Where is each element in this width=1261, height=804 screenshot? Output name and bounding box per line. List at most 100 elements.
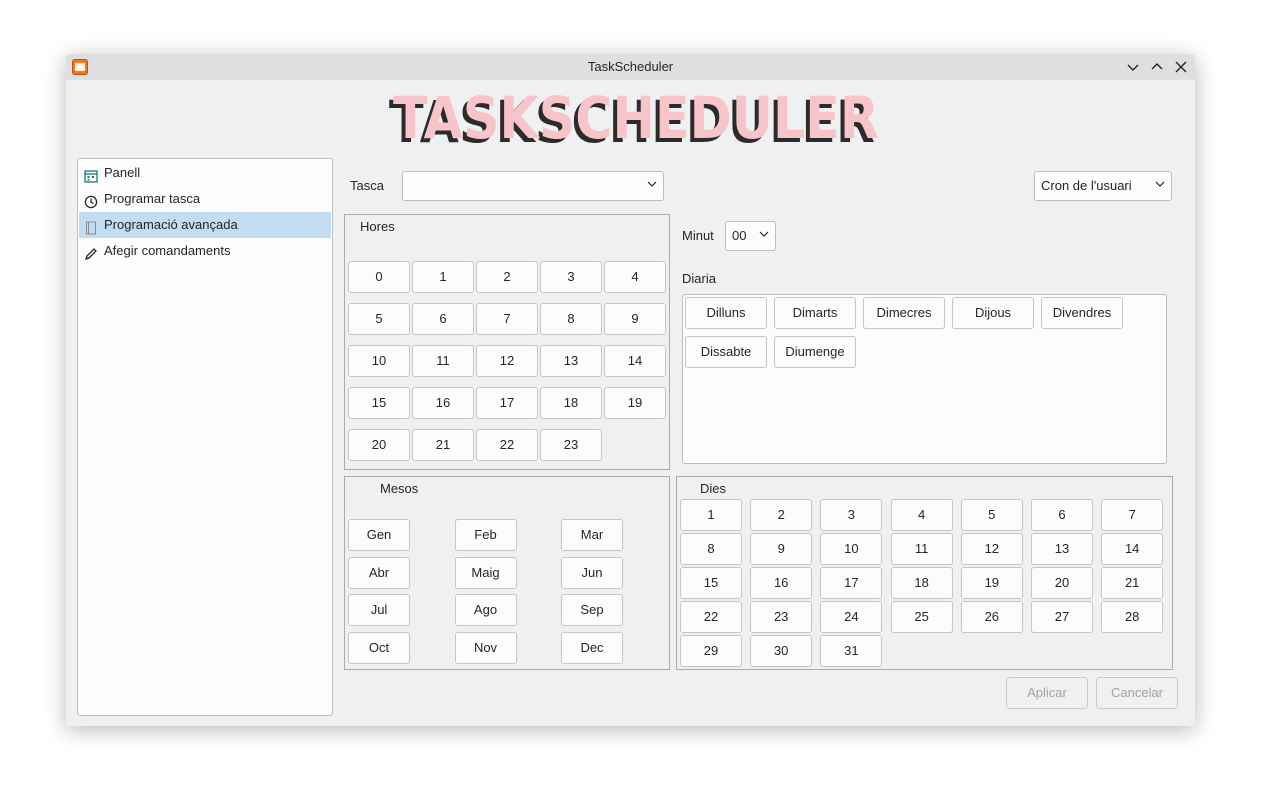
day-button[interactable]: 2 — [750, 499, 813, 531]
month-button[interactable]: Dec — [561, 631, 623, 664]
apply-button[interactable]: Aplicar — [1006, 677, 1088, 709]
month-button[interactable]: Feb — [454, 519, 517, 551]
day-button[interactable]: 14 — [1101, 533, 1164, 565]
sidebar-item-label: Afegir comandaments — [104, 243, 231, 258]
hour-button[interactable]: 17 — [476, 387, 538, 419]
hour-button[interactable]: 1 — [412, 261, 474, 293]
close-icon[interactable] — [1171, 57, 1191, 77]
weekday-button[interactable]: Divendres — [1041, 297, 1123, 329]
day-button[interactable]: 28 — [1101, 601, 1164, 633]
app-logo: TASKSCHEDULER TASKSCHEDULER — [389, 88, 878, 152]
day-button[interactable]: 18 — [890, 567, 953, 599]
hour-button[interactable]: 5 — [348, 303, 410, 335]
weekday-button[interactable]: Dimarts — [774, 297, 856, 329]
month-button[interactable]: Nov — [454, 631, 517, 664]
weekday-button[interactable]: Diumenge — [774, 336, 856, 368]
day-button[interactable]: 27 — [1031, 601, 1093, 633]
hour-button[interactable]: 20 — [348, 429, 410, 461]
hours-title: Hores — [360, 219, 395, 234]
month-button[interactable]: Mar — [561, 519, 623, 551]
minute-combo[interactable]: 00 — [725, 221, 776, 251]
hour-button[interactable]: 0 — [348, 261, 410, 293]
day-button[interactable]: 13 — [1031, 533, 1093, 565]
weekday-button[interactable]: Dijous — [952, 297, 1034, 329]
month-button[interactable]: Gen — [348, 519, 410, 551]
day-button[interactable]: 1 — [680, 499, 742, 531]
title-bar: TaskScheduler — [66, 54, 1195, 80]
month-button[interactable]: Ago — [454, 594, 517, 626]
hour-button[interactable]: 16 — [412, 387, 474, 419]
hour-button[interactable]: 2 — [476, 261, 538, 293]
day-button[interactable]: 24 — [820, 601, 883, 633]
day-button[interactable]: 26 — [960, 601, 1023, 633]
day-button[interactable]: 20 — [1031, 567, 1093, 599]
cron-combo-value: Cron de l'usuari — [1041, 178, 1132, 193]
cron-combo[interactable]: Cron de l'usuari — [1034, 171, 1172, 201]
hour-button[interactable]: 11 — [412, 345, 474, 377]
day-button[interactable]: 21 — [1101, 567, 1164, 599]
day-button[interactable]: 10 — [820, 533, 883, 565]
day-button[interactable]: 17 — [820, 567, 883, 599]
hour-button[interactable]: 4 — [604, 261, 666, 293]
day-button[interactable]: 30 — [750, 635, 813, 667]
maximize-icon[interactable] — [1147, 57, 1167, 77]
month-button[interactable]: Jul — [348, 594, 410, 626]
sidebar-item-afegir-comandaments[interactable]: Afegir comandaments — [79, 238, 331, 264]
document-icon — [84, 218, 98, 235]
hour-button[interactable]: 22 — [476, 429, 538, 461]
hour-button[interactable]: 10 — [348, 345, 410, 377]
hours-group: Hores 0 1 2 3 4 5 6 7 8 9 10 11 12 13 14 15 16 17 18 19 20 21… — [344, 214, 670, 470]
day-button[interactable]: 31 — [820, 635, 883, 667]
day-button[interactable]: 25 — [890, 601, 953, 633]
sidebar-item-label: Programació avançada — [104, 217, 238, 232]
minute-combo-value: 00 — [732, 228, 747, 243]
weekday-button[interactable]: Dilluns — [685, 297, 767, 329]
hour-button[interactable]: 13 — [540, 345, 602, 377]
hour-button[interactable]: 23 — [540, 429, 602, 461]
hour-button[interactable]: 9 — [604, 303, 666, 335]
hour-button[interactable]: 6 — [412, 303, 474, 335]
day-button[interactable]: 3 — [820, 499, 883, 531]
day-button[interactable]: 16 — [750, 567, 813, 599]
month-button[interactable]: Oct — [348, 631, 410, 664]
daily-title: Diaria — [682, 271, 716, 286]
month-button[interactable]: Jun — [561, 556, 623, 589]
hour-button[interactable]: 19 — [604, 387, 666, 419]
sidebar-item-programar-tasca[interactable]: Programar tasca — [79, 186, 331, 212]
day-button[interactable]: 12 — [960, 533, 1023, 565]
sidebar-item-panell[interactable]: Panell — [79, 160, 331, 186]
weekday-button[interactable]: Dimecres — [863, 297, 945, 329]
sidebar-item-programacio-avancada[interactable]: Programació avançada — [79, 212, 331, 238]
hour-button[interactable]: 21 — [412, 429, 474, 461]
day-button[interactable]: 4 — [890, 499, 953, 531]
day-button[interactable]: 22 — [680, 601, 742, 633]
minimize-icon[interactable] — [1123, 57, 1143, 77]
weekday-button[interactable]: Dissabte — [685, 336, 767, 368]
day-button[interactable]: 23 — [750, 601, 813, 633]
month-button[interactable]: Abr — [348, 556, 410, 589]
main-window: TaskScheduler TASKSCHEDULER TASKSCHEDULE… — [66, 54, 1195, 726]
hour-button[interactable]: 12 — [476, 345, 538, 377]
day-button[interactable]: 19 — [960, 567, 1023, 599]
day-button[interactable]: 8 — [680, 533, 742, 565]
window-title: TaskScheduler — [587, 59, 674, 74]
hour-button[interactable]: 18 — [540, 387, 602, 419]
sidebar-item-label: Panell — [104, 165, 141, 180]
hour-button[interactable]: 14 — [604, 345, 666, 377]
day-button[interactable]: 5 — [960, 499, 1023, 531]
hour-button[interactable]: 3 — [540, 261, 602, 293]
day-button[interactable]: 7 — [1101, 499, 1164, 531]
cancel-button[interactable]: Cancelar — [1096, 677, 1178, 709]
daily-box: Dilluns Dimarts Dimecres Dijous Divendres Dis… — [682, 294, 1167, 464]
day-button[interactable]: 29 — [680, 635, 742, 667]
day-button[interactable]: 6 — [1031, 499, 1093, 531]
day-button[interactable]: 15 — [680, 567, 742, 599]
month-button[interactable]: Maig — [454, 556, 517, 589]
month-button[interactable]: Sep — [561, 594, 623, 626]
hour-button[interactable]: 7 — [476, 303, 538, 335]
task-combo[interactable] — [402, 171, 664, 201]
day-button[interactable]: 11 — [890, 533, 953, 565]
hour-button[interactable]: 8 — [540, 303, 602, 335]
day-button[interactable]: 9 — [750, 533, 813, 565]
hour-button[interactable]: 15 — [348, 387, 410, 419]
